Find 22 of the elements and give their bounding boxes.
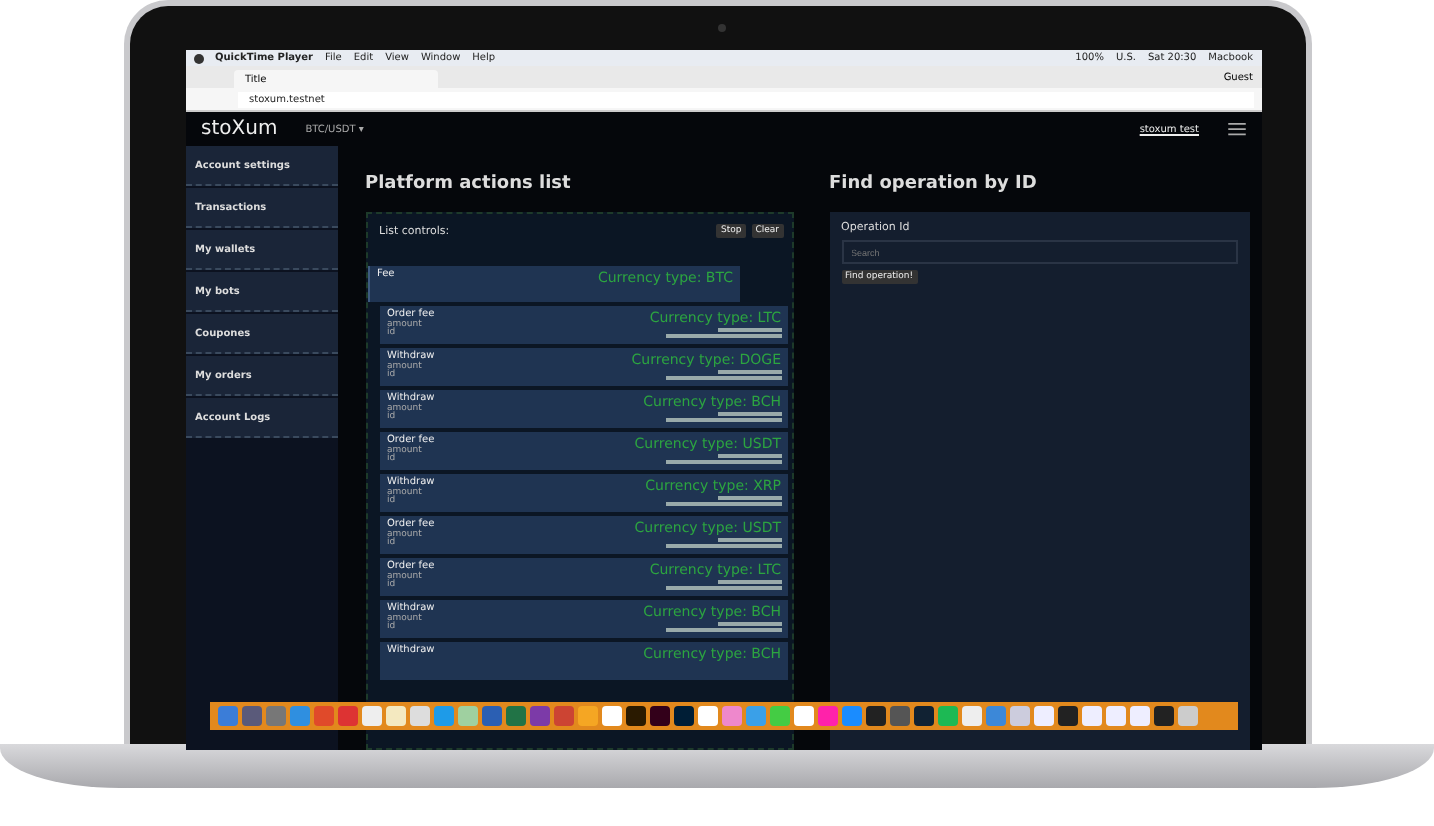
camera-icon: [717, 24, 725, 32]
amount-line: [717, 328, 781, 332]
apple-icon[interactable]: [193, 53, 203, 63]
amount-line: [717, 580, 781, 584]
menu-icon[interactable]: [1227, 122, 1245, 136]
id-line: [665, 544, 781, 548]
id-line: [665, 418, 781, 422]
amount-line: [717, 622, 781, 626]
id-line: [665, 502, 781, 506]
amount-line: [717, 538, 781, 542]
id-line: [665, 376, 781, 380]
logo-text: stoXum: [201, 118, 278, 140]
amount-line: [717, 496, 781, 500]
section-heading: Platform actions list: [365, 172, 573, 198]
amount-line: [717, 412, 781, 416]
section-heading: Find operation by ID: [829, 172, 1039, 198]
id-line: [665, 628, 781, 632]
amount-line: [717, 370, 781, 374]
id-line: [665, 460, 781, 464]
amount-line: [717, 454, 781, 458]
id-line: [665, 334, 781, 338]
id-line: [665, 586, 781, 590]
